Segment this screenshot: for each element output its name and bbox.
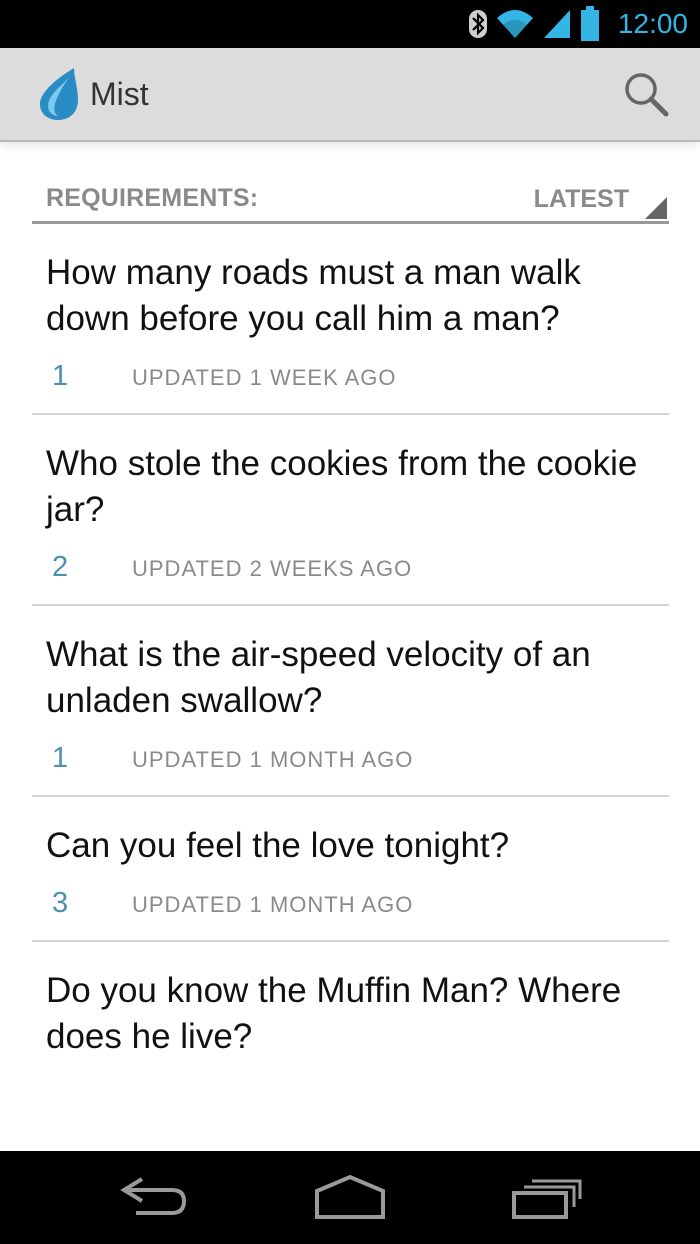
list-item[interactable]: Can you feel the love tonight? 3 UPDATED… bbox=[32, 797, 669, 942]
sort-value: LATEST bbox=[533, 185, 629, 213]
item-count: 1 bbox=[52, 360, 69, 392]
content-area: REQUIREMENTS: LATEST How many roads must… bbox=[0, 140, 700, 1151]
item-count: 1 bbox=[52, 742, 69, 774]
list-item[interactable]: How many roads must a man walk down befo… bbox=[32, 224, 669, 415]
nav-bar bbox=[0, 1151, 700, 1244]
item-question: What is the air-speed velocity of an unl… bbox=[46, 635, 591, 720]
list-item[interactable]: Do you know the Muffin Man? Where does h… bbox=[32, 942, 669, 1080]
search-button[interactable] bbox=[622, 70, 670, 118]
list-item[interactable]: Who stole the cookies from the cookie ja… bbox=[32, 415, 669, 606]
wifi-icon bbox=[496, 8, 534, 40]
item-question: Do you know the Muffin Man? Where does h… bbox=[46, 971, 622, 1056]
bluetooth-icon bbox=[468, 8, 488, 40]
item-meta: 2 UPDATED 2 WEEKS AGO bbox=[46, 551, 655, 584]
status-bar: 12:00 bbox=[0, 0, 700, 48]
section-header: REQUIREMENTS: LATEST bbox=[32, 180, 669, 224]
sort-spinner[interactable]: LATEST bbox=[534, 180, 669, 221]
requirements-list: How many roads must a man walk down befo… bbox=[32, 224, 669, 1080]
item-count: 2 bbox=[52, 551, 69, 583]
search-icon bbox=[622, 73, 670, 121]
home-icon bbox=[305, 1174, 395, 1226]
item-question: How many roads must a man walk down befo… bbox=[46, 253, 581, 338]
item-meta: 3 UPDATED 1 MONTH AGO bbox=[46, 887, 655, 920]
signal-icon bbox=[542, 8, 572, 40]
item-meta: 1 UPDATED 1 MONTH AGO bbox=[46, 742, 655, 775]
status-time: 12:00 bbox=[617, 8, 688, 39]
app-title: Mist bbox=[90, 76, 149, 112]
item-count: 3 bbox=[52, 887, 69, 919]
recents-icon bbox=[500, 1179, 590, 1226]
battery-icon bbox=[580, 6, 600, 42]
item-updated: UPDATED 2 WEEKS AGO bbox=[132, 556, 413, 581]
back-button[interactable] bbox=[110, 1173, 200, 1223]
list-item[interactable]: What is the air-speed velocity of an unl… bbox=[32, 606, 669, 797]
item-question: Who stole the cookies from the cookie ja… bbox=[46, 444, 638, 529]
spinner-arrow-icon bbox=[645, 197, 667, 219]
item-question: Can you feel the love tonight? bbox=[46, 826, 510, 865]
item-updated: UPDATED 1 WEEK AGO bbox=[132, 365, 397, 390]
home-button[interactable] bbox=[305, 1173, 395, 1223]
item-updated: UPDATED 1 MONTH AGO bbox=[132, 747, 414, 772]
recents-button[interactable] bbox=[500, 1173, 590, 1223]
action-bar: Mist bbox=[0, 48, 700, 140]
item-meta: 1 UPDATED 1 WEEK AGO bbox=[46, 360, 655, 393]
water-drop-icon[interactable] bbox=[34, 66, 84, 122]
item-updated: UPDATED 1 MONTH AGO bbox=[132, 892, 414, 917]
back-icon bbox=[110, 1177, 200, 1226]
section-label: REQUIREMENTS: bbox=[46, 184, 259, 212]
